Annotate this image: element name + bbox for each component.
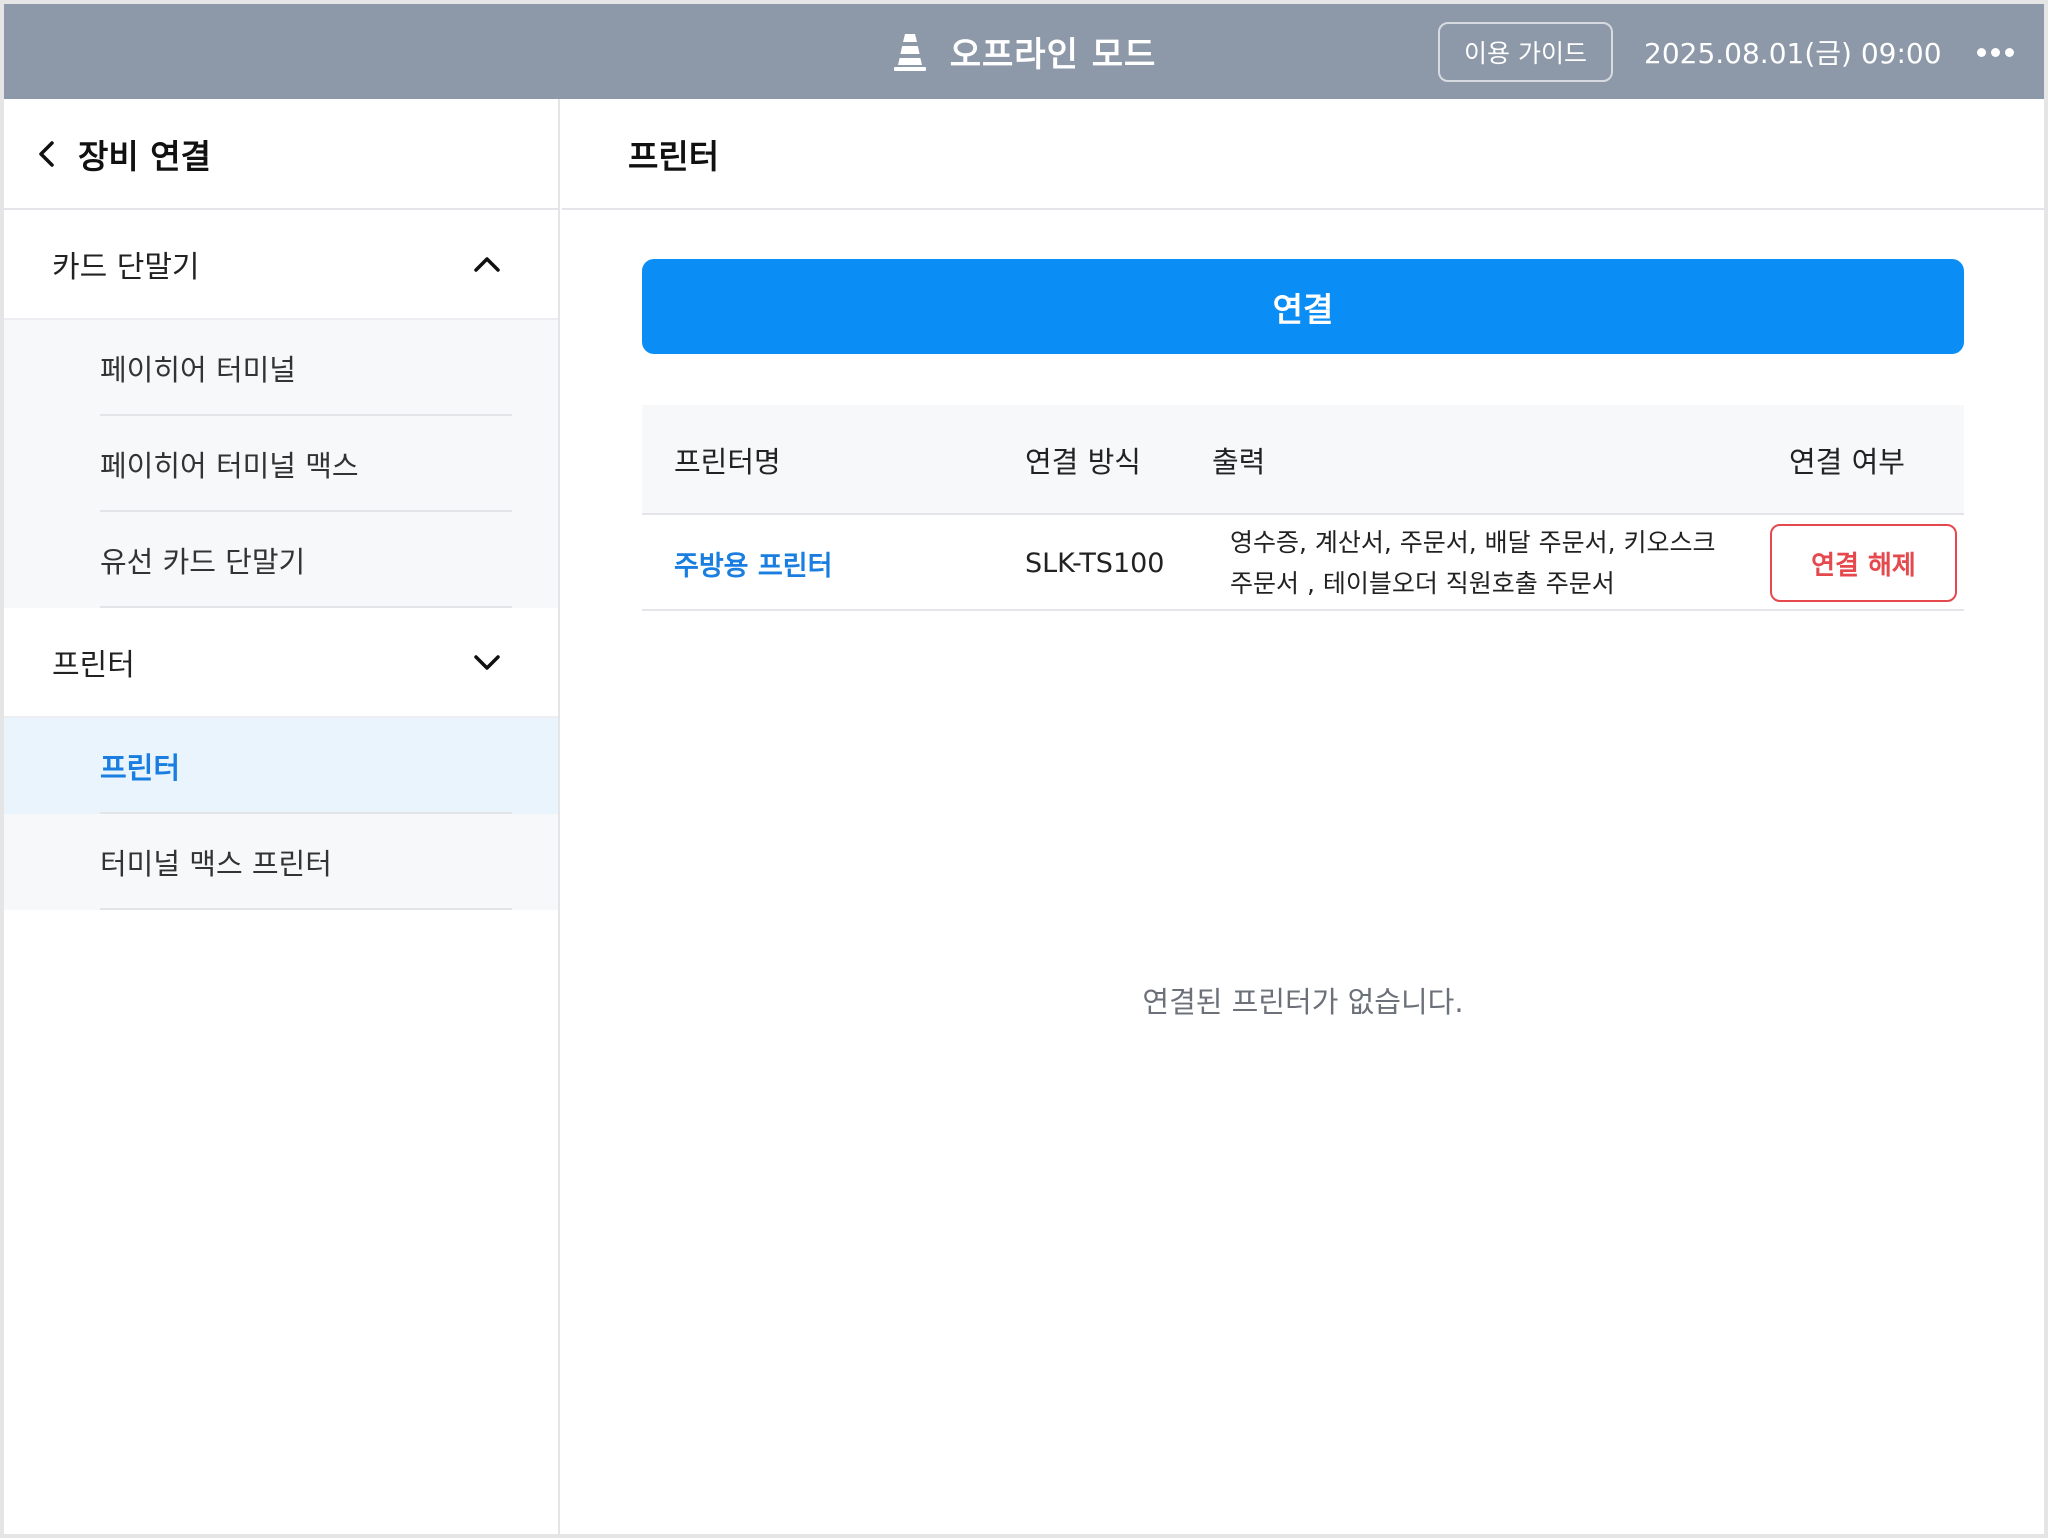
sidebar-item-payhere-terminal[interactable]: 페이히어 터미널 <box>4 320 558 416</box>
group-label: 카드 단말기 <box>52 250 200 285</box>
sidebar-header: 장비 연결 <box>4 99 558 210</box>
header-connection-method: 연결 방식 <box>1025 445 1141 479</box>
sidebar-item-wired-card-terminal[interactable]: 유선 카드 단말기 <box>4 512 558 608</box>
datetime-display: 2025.08.01(금) 09:00 <box>1644 36 1942 70</box>
header-connection-status: 연결 여부 <box>1789 445 1905 479</box>
main-panel: 프린터 연결 프린터명 연결 방식 출력 연결 여부 주방용 프린터 SLK-T… <box>562 99 2044 1534</box>
page-title: 프린터 <box>628 136 720 176</box>
printer-table: 프린터명 연결 방식 출력 연결 여부 주방용 프린터 SLK-TS100 영수… <box>642 405 1964 611</box>
traffic-cone-icon <box>893 33 926 71</box>
top-bar: 오프라인 모드 이용 가이드 2025.08.01(금) 09:00 <box>4 4 2044 99</box>
disconnect-button[interactable]: 연결 해제 <box>1770 524 1957 602</box>
empty-state-message: 연결된 프린터가 없습니다. <box>1142 985 1464 1019</box>
chevron-left-icon[interactable] <box>34 139 60 169</box>
header-output: 출력 <box>1212 445 1266 479</box>
chevron-down-icon <box>474 655 500 670</box>
connection-method-value: SLK-TS100 <box>1025 547 1165 579</box>
output-value: 영수증, 계산서, 주문서, 배달 주문서, 키오스크 주문서 , 테이블오더 … <box>1230 528 1716 598</box>
sidebar-group-printer[interactable]: 프린터 <box>4 608 558 718</box>
main-header: 프린터 <box>562 99 2044 210</box>
sidebar-item-terminal-max-printer[interactable]: 터미널 맥스 프린터 <box>4 814 558 910</box>
mode-title: 오프라인 모드 <box>949 35 1157 75</box>
sidebar: 장비 연결 카드 단말기 페이히어 터미널 페이히어 터미널 맥스 유선 카드 … <box>4 99 560 1534</box>
chevron-up-icon <box>474 257 500 272</box>
more-dots-icon[interactable] <box>1970 34 2020 70</box>
sidebar-item-payhere-terminal-max[interactable]: 페이히어 터미널 맥스 <box>4 416 558 512</box>
card-terminal-list: 페이히어 터미널 페이히어 터미널 맥스 유선 카드 단말기 <box>4 320 558 608</box>
group-label: 프린터 <box>52 648 135 683</box>
user-guide-button[interactable]: 이용 가이드 <box>1438 22 1613 82</box>
app-window: 오프라인 모드 이용 가이드 2025.08.01(금) 09:00 장비 연결… <box>4 4 2044 1534</box>
header-printer-name: 프린터명 <box>674 445 781 479</box>
connect-button[interactable]: 연결 <box>642 259 1964 354</box>
printer-list: 프린터 터미널 맥스 프린터 <box>4 718 558 910</box>
sidebar-group-card-terminal[interactable]: 카드 단말기 <box>4 210 558 320</box>
table-header: 프린터명 연결 방식 출력 연결 여부 <box>642 405 1964 515</box>
sidebar-item-printer[interactable]: 프린터 <box>4 718 558 814</box>
printer-name-link[interactable]: 주방용 프린터 <box>674 515 832 611</box>
table-row: 주방용 프린터 SLK-TS100 영수증, 계산서, 주문서, 배달 주문서,… <box>642 515 1964 611</box>
sidebar-title: 장비 연결 <box>78 136 211 176</box>
